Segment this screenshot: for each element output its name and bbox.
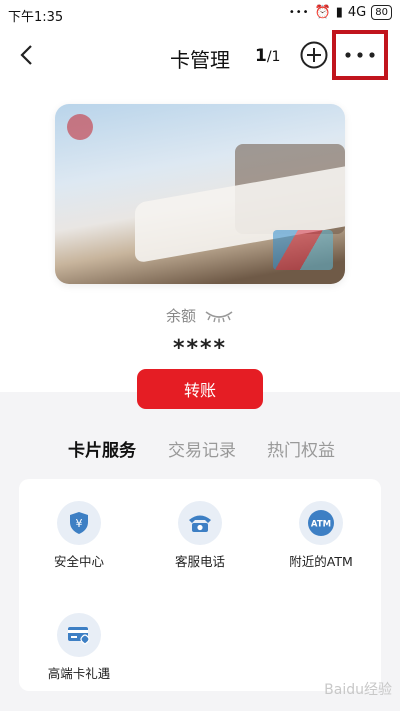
shield-icon: ¥ xyxy=(57,501,101,545)
balance-row: 余额 xyxy=(0,305,400,326)
status-icons: ••• ⏰ ▮ 4G 80 xyxy=(289,5,392,20)
tab-bar: 卡片服务 交易记录 热门权益 xyxy=(0,432,400,462)
transfer-button[interactable]: 转账 xyxy=(137,369,263,409)
service-nearby-atm[interactable]: ATM 附近的ATM xyxy=(261,501,381,570)
more-dots-icon xyxy=(345,52,375,58)
service-label: 安全中心 xyxy=(53,554,104,569)
services-panel: ¥ 安全中心 客服电话 ATM 附近的ATM 高端卡礼遇 xyxy=(19,479,381,691)
more-button[interactable] xyxy=(332,30,388,80)
eye-closed-icon[interactable] xyxy=(204,309,234,323)
network-type: 4G xyxy=(347,5,367,20)
service-label: 客服电话 xyxy=(174,554,225,569)
service-label: 高端卡礼遇 xyxy=(47,666,111,681)
watermark: Baidu经验 xyxy=(324,682,392,698)
tab-card-services[interactable]: 卡片服务 xyxy=(68,436,136,461)
status-bar: 下午1:35 ••• ⏰ ▮ 4G 80 xyxy=(0,0,400,28)
alarm-icon: ⏰ xyxy=(314,5,331,20)
service-security-center[interactable]: ¥ 安全中心 xyxy=(19,501,139,570)
service-label: 附近的ATM xyxy=(289,554,353,569)
service-premium-card-gift[interactable]: 高端卡礼遇 xyxy=(19,613,139,682)
balance-value: **** xyxy=(172,336,228,361)
tab-transaction-records[interactable]: 交易记录 xyxy=(168,436,236,461)
card-page-indicator: 1/1 xyxy=(255,46,280,66)
nav-bar: 卡管理 1/1 xyxy=(0,30,400,82)
card-network-logo xyxy=(273,230,333,270)
plus-circle-icon xyxy=(300,41,328,69)
phone-icon xyxy=(178,501,222,545)
add-card-button[interactable] xyxy=(299,40,329,70)
page-current: 1 xyxy=(255,46,267,66)
battery-indicator: 80 xyxy=(371,5,392,20)
atm-icon: ATM xyxy=(299,501,343,545)
svg-text:ATM: ATM xyxy=(311,520,331,530)
svg-text:¥: ¥ xyxy=(76,517,83,530)
bank-logo-icon xyxy=(67,114,93,140)
status-time: 下午1:35 xyxy=(8,10,64,25)
service-customer-phone[interactable]: 客服电话 xyxy=(140,501,260,570)
balance-label: 余额 xyxy=(165,307,196,325)
bank-card-image[interactable] xyxy=(55,104,345,284)
signal-icon: ▮ xyxy=(335,5,343,20)
notification-dots-icon: ••• xyxy=(288,7,310,18)
tab-popular-benefits[interactable]: 热门权益 xyxy=(267,436,335,461)
card-gift-icon xyxy=(57,613,101,657)
page-total: /1 xyxy=(266,49,281,65)
